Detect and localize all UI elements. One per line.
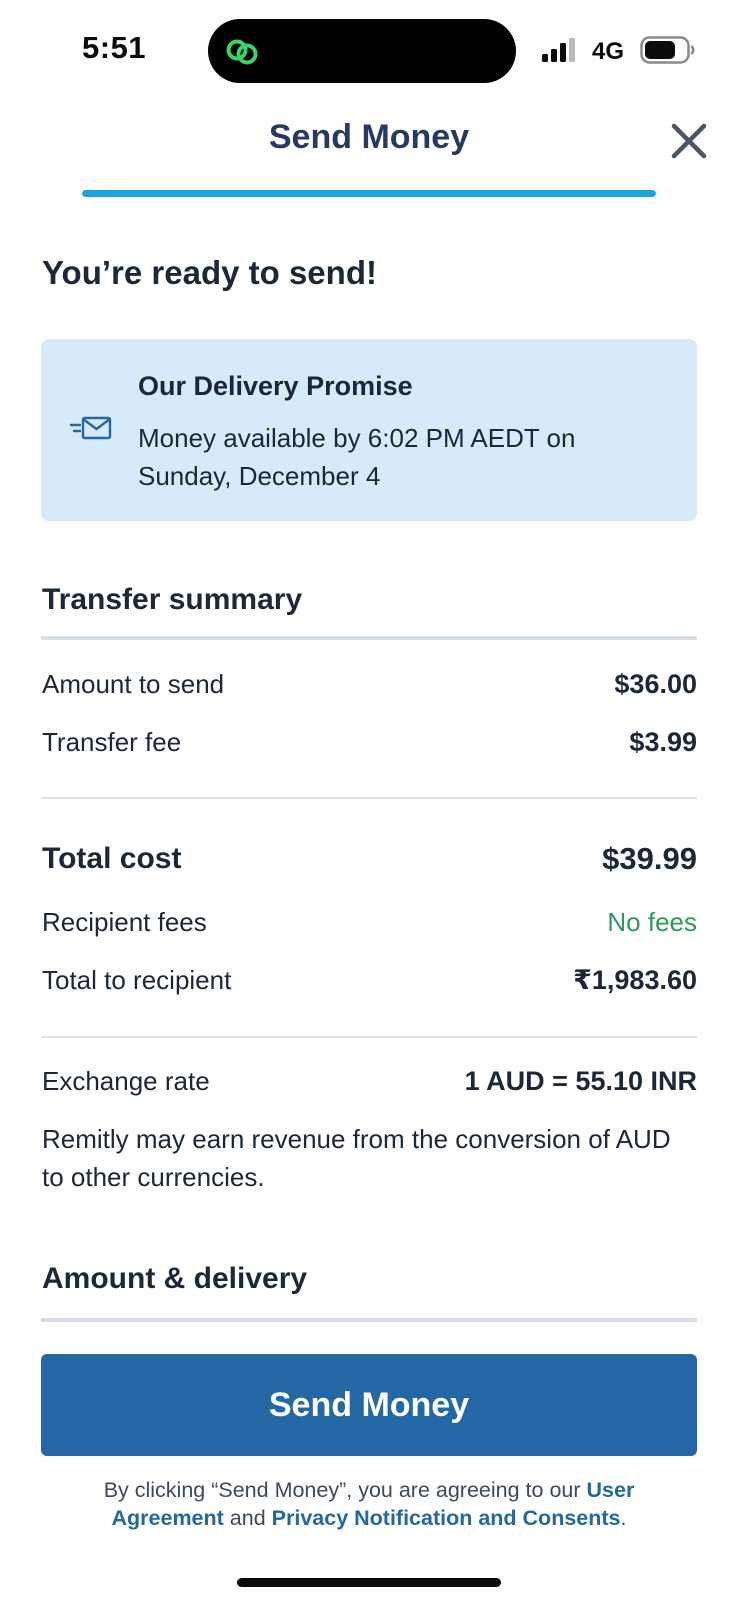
recipient-fees-label: Recipient fees <box>42 906 207 937</box>
battery-icon <box>640 36 695 64</box>
fee-row: Transfer fee $3.99 <box>42 722 697 762</box>
page-title: Send Money <box>268 118 470 156</box>
total-cost-row: Total cost $39.99 <box>42 839 697 879</box>
fee-value: $3.99 <box>629 726 697 757</box>
delivery-promise-card: Our Delivery Promise Money available by … <box>41 339 697 521</box>
legal-suffix: . <box>620 1506 627 1530</box>
status-bar: 5:51 4G <box>0 0 738 96</box>
total-to-recipient-row: Total to recipient ₹1,983.60 <box>42 960 697 1000</box>
promise-text: Money available by 6:02 PM AEDT on Sunda… <box>138 423 576 491</box>
close-button[interactable] <box>664 116 714 166</box>
section-divider <box>41 1318 697 1322</box>
total-cost-value: $39.99 <box>602 841 697 876</box>
exchange-rate-label: Exchange rate <box>42 1065 210 1096</box>
legal-prefix: By clicking “Send Money”, you are agreei… <box>103 1478 587 1502</box>
recipient-fees-row: Recipient fees No fees <box>42 902 697 942</box>
status-time: 5:51 <box>82 30 147 65</box>
home-indicator <box>237 1578 501 1587</box>
legal-text: By clicking “Send Money”, you are agreei… <box>60 1476 678 1532</box>
recipient-fees-value: No fees <box>607 906 697 937</box>
ready-heading: You’re ready to send! <box>42 254 377 291</box>
section-divider <box>41 636 697 640</box>
promise-title: Our Delivery Promise <box>138 371 413 401</box>
fee-label: Transfer fee <box>42 726 182 757</box>
divider <box>41 1036 697 1038</box>
exchange-rate-value: 1 AUD = 55.10 INR <box>464 1065 697 1096</box>
total-to-recipient-value: ₹1,983.60 <box>573 964 697 995</box>
envelope-delivery-icon <box>69 416 112 440</box>
close-icon <box>671 123 707 159</box>
amount-label: Amount to send <box>42 668 225 699</box>
network-type-label: 4G <box>592 38 625 65</box>
link-circles-icon <box>226 39 258 65</box>
divider <box>41 797 697 799</box>
amount-delivery-title[interactable]: Amount & delivery <box>42 1262 307 1296</box>
amount-row: Amount to send $36.00 <box>42 664 697 704</box>
amount-value: $36.00 <box>614 668 697 699</box>
total-to-recipient-label: Total to recipient <box>42 964 232 995</box>
progress-bar <box>82 190 656 197</box>
progress-fill <box>82 190 656 197</box>
transfer-summary-title: Transfer summary <box>42 583 303 616</box>
privacy-notification-link[interactable]: Privacy Notification and Consents <box>272 1506 621 1530</box>
exchange-rate-row: Exchange rate 1 AUD = 55.10 INR <box>42 1061 697 1101</box>
send-money-button[interactable]: Send Money <box>41 1354 697 1456</box>
dynamic-island <box>208 19 516 83</box>
exchange-disclaimer: Remitly may earn revenue from the conver… <box>42 1124 671 1192</box>
cellular-signal-icon <box>542 38 575 62</box>
total-cost-label: Total cost <box>42 842 182 875</box>
legal-middle: and <box>223 1506 272 1530</box>
